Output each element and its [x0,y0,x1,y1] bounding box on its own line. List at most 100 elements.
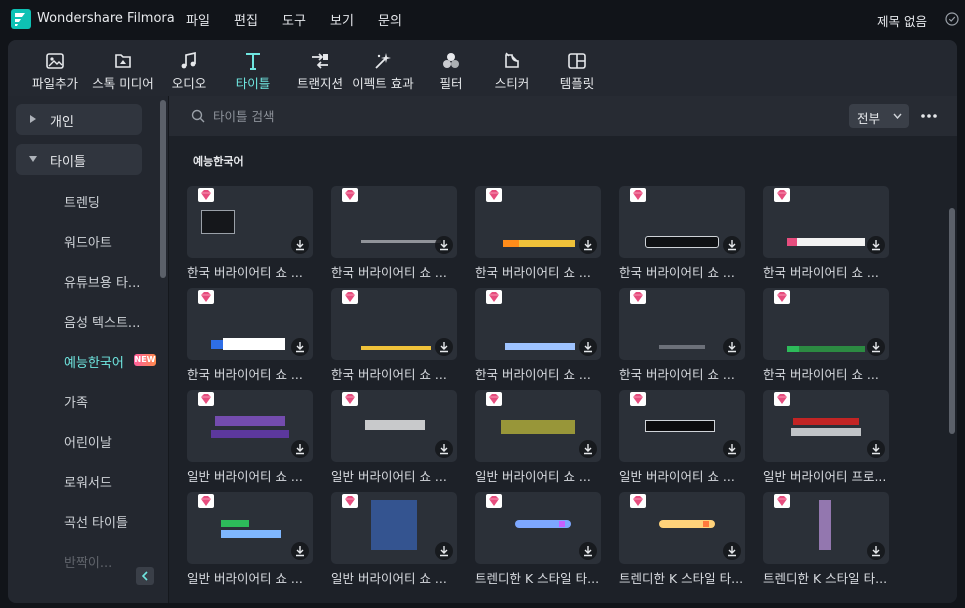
download-icon[interactable] [435,440,453,458]
title-template-card[interactable] [187,288,313,360]
tool-audio[interactable]: 오디오 [164,40,214,96]
tool-transitions-label: 트랜지션 [296,76,343,91]
search-input[interactable] [213,106,613,126]
search-bar: 전부 [169,96,957,136]
download-icon[interactable] [435,236,453,254]
title-template-card[interactable] [187,390,313,462]
sidebar-group-personal-label: 개인 [50,115,74,130]
title-template-label: 트렌디한 K 스타일 타... [763,571,888,586]
transition-icon [312,53,328,69]
title-template-card[interactable] [475,492,601,564]
download-icon[interactable] [435,542,453,560]
premium-gem-icon [774,391,790,406]
title-template-label: 한국 버라이어티 쇼 ... [331,265,447,280]
title-template-card[interactable] [763,492,889,564]
download-icon[interactable] [867,542,885,560]
tool-stickers-label: 스티커 [494,76,530,91]
sidebar-group-personal[interactable]: 개인 [16,104,142,135]
download-icon[interactable] [291,542,309,560]
download-icon[interactable] [435,338,453,356]
effects-icon [375,53,391,69]
title-template-card[interactable] [619,288,745,360]
sidebar-item-lower-third[interactable]: 로워서드 [64,472,112,491]
download-icon[interactable] [579,542,597,560]
tool-templates[interactable]: 템플릿 [552,40,602,96]
title-template-card[interactable] [475,186,601,258]
download-icon[interactable] [723,542,741,560]
tool-filters[interactable]: 필터 [426,40,476,96]
tool-stickers[interactable]: 스티커 [484,40,540,96]
title-template-card[interactable] [331,492,457,564]
tool-titles[interactable]: 타이틀 [228,40,278,96]
title-template-label: 한국 버라이어티 쇼 ... [763,367,879,382]
download-icon[interactable] [723,440,741,458]
title-template-label: 한국 버라이어티 쇼 ... [475,367,591,382]
premium-gem-icon [486,493,502,508]
sidebar-scrollbar[interactable] [160,100,166,278]
tool-import[interactable]: 파일추가 [22,40,88,96]
title-template-card[interactable] [475,390,601,462]
sidebar-item-wordart[interactable]: 워드아트 [64,232,112,251]
tool-effects[interactable]: 이펙트 효과 [348,40,418,96]
download-icon[interactable] [291,236,309,254]
download-icon[interactable] [579,236,597,254]
sidebar-item-speech-text[interactable]: 음성 텍스트... [64,312,140,331]
title-template-card[interactable] [187,492,313,564]
menu-file[interactable]: 파일 [186,10,210,29]
title-template-card[interactable] [619,390,745,462]
title-template-card[interactable] [619,492,745,564]
section-title: 예능한국어 [193,155,244,168]
title-template-label: 트렌디한 K 스타일 타... [619,571,744,586]
sidebar-item-variety-korean[interactable]: 예능한국어 [64,352,124,371]
download-icon[interactable] [867,440,885,458]
app-name: Wondershare Filmora [37,11,175,26]
download-icon[interactable] [867,236,885,254]
menu-edit[interactable]: 편집 [234,10,258,29]
premium-gem-icon [774,289,790,304]
project-title[interactable]: 제목 없음 [877,11,927,30]
sidebar-item-trending[interactable]: 트렌딩 [64,192,100,211]
download-icon[interactable] [291,440,309,458]
tool-stock-media-label: 스톡 미디어 [92,76,154,91]
title-template-card[interactable] [763,288,889,360]
content-scrollbar[interactable] [949,208,955,434]
download-icon[interactable] [579,440,597,458]
check-circle-icon[interactable] [945,12,959,26]
title-template-card[interactable] [619,186,745,258]
title-template-card[interactable] [763,186,889,258]
title-template-label: 한국 버라이어티 쇼 ... [187,367,303,382]
filter-selected-value: 전부 [857,111,881,126]
title-template-card[interactable] [331,288,457,360]
download-icon[interactable] [723,236,741,254]
title-template-card[interactable] [763,390,889,462]
sidebar-item-childrens-day[interactable]: 어린이날 [64,432,112,451]
download-icon[interactable] [579,338,597,356]
menu-help[interactable]: 문의 [378,10,402,29]
filter-dropdown[interactable]: 전부 [849,104,909,128]
tool-stock-media[interactable]: 스톡 미디어 [88,40,158,96]
menu-tools[interactable]: 도구 [282,10,306,29]
title-template-label: 일반 버라이어티 쇼 ... [187,571,303,586]
title-template-card[interactable] [475,288,601,360]
caret-down-icon [29,156,37,162]
import-icon [46,53,64,69]
sidebar-item-family[interactable]: 가족 [64,392,88,411]
download-icon[interactable] [867,338,885,356]
download-icon[interactable] [291,338,309,356]
title-template-card[interactable] [331,390,457,462]
menu-view[interactable]: 보기 [330,10,354,29]
title-template-card[interactable] [331,186,457,258]
sidebar-item-sparkle[interactable]: 반짝이... [64,552,112,571]
more-options-icon[interactable] [919,106,939,126]
sidebar-group-titles[interactable]: 타이틀 [16,144,142,175]
title-template-label: 일반 버라이어티 쇼 ... [619,469,735,484]
collapse-sidebar-button[interactable] [136,567,154,585]
title-template-card[interactable] [187,186,313,258]
download-icon[interactable] [723,338,741,356]
caret-right-icon [30,115,36,123]
tool-transitions[interactable]: 트랜지션 [288,40,352,96]
sidebar-item-curved-title[interactable]: 곡선 타이틀 [64,512,128,531]
tool-import-label: 파일추가 [31,76,78,91]
sidebar-item-youtube[interactable]: 유튜브용 타... [64,272,140,291]
premium-gem-icon [486,391,502,406]
